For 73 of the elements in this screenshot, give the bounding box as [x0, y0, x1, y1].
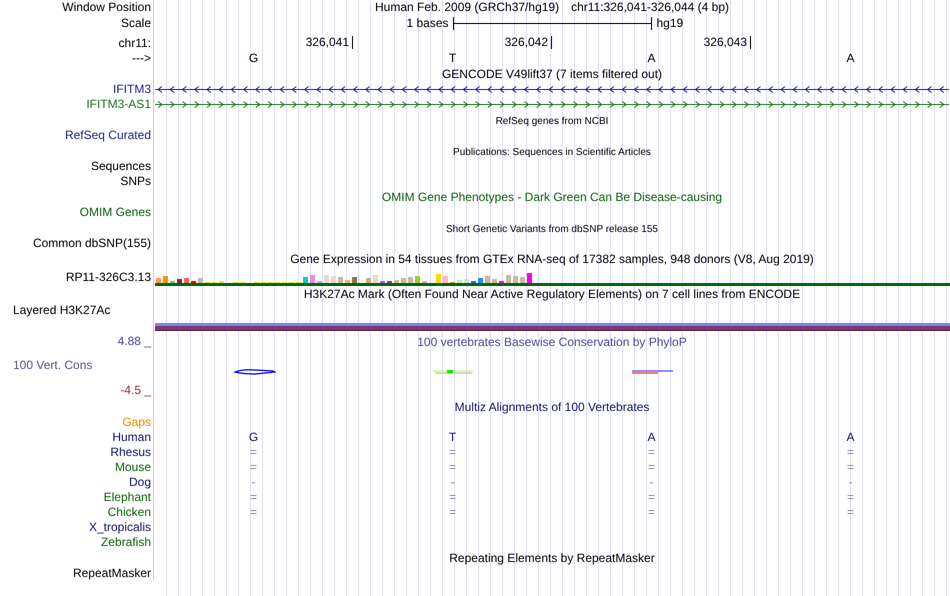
track-title: 100 vertebrates Basewise Conservation by PhyloP	[417, 335, 687, 349]
track-title: OMIM Gene Phenotypes - Dark Green Can Be Disease-causing	[382, 190, 722, 204]
track-title: Gene Expression in 54 tissues from GTEx RNA-seq of 17382 samples, 948 donors (V8, Aug 2019)	[290, 252, 814, 266]
alignment-base: =	[449, 505, 456, 519]
base-letter: A	[648, 51, 656, 65]
track-label[interactable]: RP11-326C3.13	[66, 270, 151, 284]
ruler-position: 326,041	[306, 36, 353, 49]
assembly-text: hg19	[656, 17, 684, 29]
track-label[interactable]: Zebrafish	[100, 535, 151, 549]
alignment-base: =	[250, 460, 257, 474]
conservation-plot-drawing	[630, 368, 674, 376]
track-label[interactable]: Sequences	[90, 159, 151, 173]
alignment-base: =	[250, 505, 257, 519]
track-label: Scale	[120, 16, 151, 30]
alignment-base: =	[847, 505, 854, 519]
track-label[interactable]: 100 Vert. Cons	[13, 359, 92, 371]
track-label[interactable]: IFITM3	[113, 82, 151, 96]
alignment-base: A	[648, 430, 656, 444]
track-label[interactable]: Dog	[128, 475, 151, 489]
track-title: GENCODE V49lift37 (7 items filtered out)	[442, 67, 662, 81]
track-label[interactable]: Rhesus	[110, 445, 151, 459]
strand-label: --->	[132, 51, 151, 65]
alignment-base: G	[248, 430, 258, 444]
track-label[interactable]: Common dbSNP(155)	[32, 236, 151, 250]
alignment-base: =	[648, 460, 655, 474]
track-label[interactable]: Elephant	[104, 490, 151, 504]
track-title: H3K27Ac Mark (Often Found Near Active Regulatory Elements) on 7 cell lines from ENCODE	[304, 287, 800, 301]
axis-max-label: 4.88 _	[118, 335, 151, 347]
track-title: RefSeq genes from NCBI	[496, 115, 608, 129]
track-label[interactable]: IFITM3-AS1	[86, 97, 151, 111]
track-title: Publications: Sequences in Scientific Articles	[453, 146, 651, 160]
alignment-base: =	[250, 490, 257, 504]
ruler-position: 326,042	[504, 36, 552, 49]
alignment-base: =	[648, 445, 655, 459]
alignment-base: =	[847, 490, 854, 504]
track-title: Multiz Alignments of 100 Vertebrates	[454, 400, 650, 414]
axis-min-label: -4.5 _	[120, 384, 151, 396]
alignment-base: -	[450, 475, 454, 489]
track-label[interactable]: Mouse	[114, 460, 151, 474]
base-letter: T	[448, 51, 456, 65]
track-label[interactable]: RepeatMasker	[72, 566, 151, 580]
alignment-base: =	[847, 460, 854, 474]
assembly-text: Human Feb. 2009 (GRCh37/hg19)	[374, 0, 560, 14]
conservation-plot-drawing	[232, 368, 276, 376]
alignment-base: =	[449, 490, 456, 504]
track-title: Repeating Elements by RepeatMasker	[449, 551, 655, 565]
alignment-base: =	[847, 445, 854, 459]
base-letter: G	[248, 51, 258, 65]
track-label[interactable]: OMIM Genes	[80, 205, 151, 219]
base-letter: A	[846, 51, 854, 65]
scale-length: 1 bases	[406, 17, 448, 29]
alignment-base: -	[252, 475, 256, 489]
track-label[interactable]: Layered H3K27Ac	[13, 303, 110, 317]
track-title: Short Genetic Variants from dbSNP release 155	[446, 223, 658, 237]
track-label[interactable]: RefSeq Curated	[64, 128, 151, 142]
alignment-base: T	[448, 430, 456, 444]
alignment-base: =	[449, 445, 456, 459]
alignment-base: -	[650, 475, 654, 489]
alignment-base: =	[250, 445, 257, 459]
track-label[interactable]: SNPs	[120, 174, 151, 188]
track-label[interactable]: X_tropicalis	[88, 520, 151, 534]
alignment-base: A	[846, 430, 854, 444]
track-label: chr11:	[118, 36, 151, 50]
ruler-position: 326,043	[704, 36, 751, 49]
alignment-base: =	[449, 460, 456, 474]
track-label[interactable]: Human	[112, 430, 151, 444]
alignment-base: =	[648, 490, 655, 504]
conservation-plot-drawing	[432, 368, 474, 376]
position-text: chr11:326,041-326,044 (4 bp)	[571, 0, 729, 14]
track-label: Window Position	[62, 0, 151, 14]
track-label[interactable]: Chicken	[108, 505, 151, 519]
alignment-base: -	[848, 475, 852, 489]
alignment-base: =	[648, 505, 655, 519]
